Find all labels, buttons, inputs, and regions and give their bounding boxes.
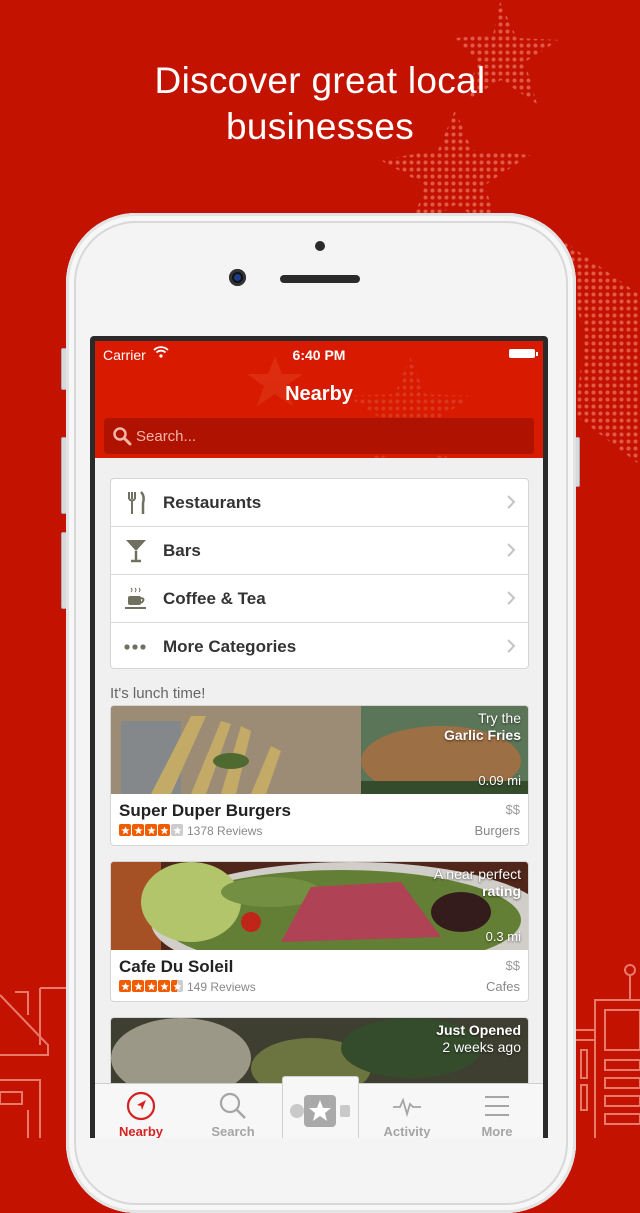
business-tagline: Try the Garlic Fries: [444, 710, 521, 744]
nav-bar: Carrier 6:40 PM Nearby Search...: [95, 341, 543, 458]
status-time: 6:40 PM: [292, 347, 346, 363]
proximity-sensor: [315, 241, 325, 251]
earpiece-speaker: [280, 275, 360, 283]
fork-knife-icon: [128, 491, 145, 514]
tab-label: More: [481, 1124, 513, 1138]
business-card[interactable]: A near perfect rating 0.3 mi Cafe Du Sol…: [110, 861, 529, 1002]
tab-bar: Nearby Search Activity More: [95, 1076, 543, 1138]
business-price: $$: [505, 802, 520, 817]
star-half-icon: [171, 980, 183, 992]
business-distance: 0.3 mi: [485, 929, 521, 944]
promo-headline-line2: businesses: [225, 106, 415, 147]
search-input[interactable]: Search...: [104, 418, 534, 454]
tagline-line2: 2 weeks ago: [442, 1039, 521, 1055]
house-illustration-icon: [0, 987, 66, 1138]
tagline-line1: A near perfect: [433, 866, 521, 882]
search-placeholder: Search...: [136, 428, 197, 445]
chevron-right-icon: [507, 543, 516, 557]
pulse-icon: [393, 1097, 421, 1118]
star-full-icon: [119, 980, 131, 992]
search-icon: [113, 427, 132, 446]
battery-icon: [509, 349, 538, 358]
business-card[interactable]: Try the Garlic Fries 0.09 mi Super Duper…: [110, 705, 529, 846]
star-badge-icon: [290, 1095, 350, 1127]
review-count: 149 Reviews: [187, 980, 256, 994]
star-full-icon: [158, 824, 170, 836]
ellipsis-icon: [124, 644, 146, 650]
category-item-coffee-tea[interactable]: Coffee & Tea: [111, 575, 528, 623]
tab-nearby[interactable]: Nearby: [101, 1084, 181, 1138]
tab-activity[interactable]: Activity: [367, 1084, 447, 1138]
business-category: Burgers: [474, 823, 520, 838]
star-rating: [119, 980, 183, 992]
business-category: Cafes: [486, 979, 520, 994]
chevron-right-icon: [507, 495, 516, 509]
star-full-icon: [145, 980, 157, 992]
business-price: $$: [505, 958, 520, 973]
review-count: 1378 Reviews: [187, 824, 263, 838]
compass-icon: [126, 1091, 156, 1121]
building-illustration-icon: [575, 964, 640, 1138]
tagline-line1: Try the: [477, 710, 521, 726]
star-full-icon: [132, 980, 144, 992]
business-name: Cafe Du Soleil: [119, 957, 234, 976]
page-title: Nearby: [285, 383, 353, 405]
tab-label: Nearby: [118, 1124, 164, 1138]
tab-check-in-review[interactable]: [282, 1076, 359, 1138]
promo-headline: Discover great local businesses: [0, 58, 640, 150]
search-icon: [219, 1092, 246, 1119]
front-camera: [229, 269, 246, 286]
category-list: Restaurants Bars Coffee & Tea More Categ…: [110, 478, 529, 669]
status-bar: Carrier 6:40 PM: [95, 341, 543, 367]
cocktail-icon: [126, 540, 146, 563]
tab-more[interactable]: More: [457, 1084, 537, 1138]
promo-headline-line1: Discover great local: [154, 60, 486, 101]
business-tagline: A near perfect rating: [434, 866, 521, 900]
tab-label: Activity: [383, 1124, 431, 1138]
chevron-right-icon: [507, 591, 516, 605]
star-rating: [119, 824, 183, 836]
coffee-cup-icon: [125, 587, 146, 609]
tab-label: Search: [211, 1124, 255, 1138]
star-full-icon: [158, 980, 170, 992]
category-label: Coffee & Tea: [163, 589, 266, 608]
chevron-right-icon: [507, 639, 516, 653]
hamburger-icon: [485, 1096, 509, 1116]
business-tagline: Just Opened 2 weeks ago: [436, 1022, 521, 1056]
category-label: Restaurants: [163, 493, 262, 512]
category-label: Bars: [163, 541, 201, 560]
section-heading: It's lunch time!: [110, 685, 206, 702]
category-label: More Categories: [163, 637, 297, 656]
category-item-more-categories[interactable]: More Categories: [111, 623, 528, 670]
business-distance: 0.09 mi: [478, 773, 521, 788]
tab-search[interactable]: Search: [193, 1084, 273, 1138]
star-full-icon: [145, 824, 157, 836]
business-name: Super Duper Burgers: [119, 801, 291, 820]
star-full-icon: [132, 824, 144, 836]
tagline-line2: Garlic Fries: [443, 727, 521, 743]
app-screen: Carrier 6:40 PM Nearby Search... Restaur…: [95, 341, 543, 1138]
tagline-line1: Just Opened: [436, 1022, 521, 1038]
tagline-line2: rating: [482, 883, 521, 899]
category-item-restaurants[interactable]: Restaurants: [111, 479, 528, 527]
category-item-bars[interactable]: Bars: [111, 527, 528, 575]
star-full-icon: [119, 824, 131, 836]
star-empty-icon: [171, 824, 183, 836]
phone-screen: Carrier 6:40 PM Nearby Search... Restaur…: [90, 336, 548, 1138]
